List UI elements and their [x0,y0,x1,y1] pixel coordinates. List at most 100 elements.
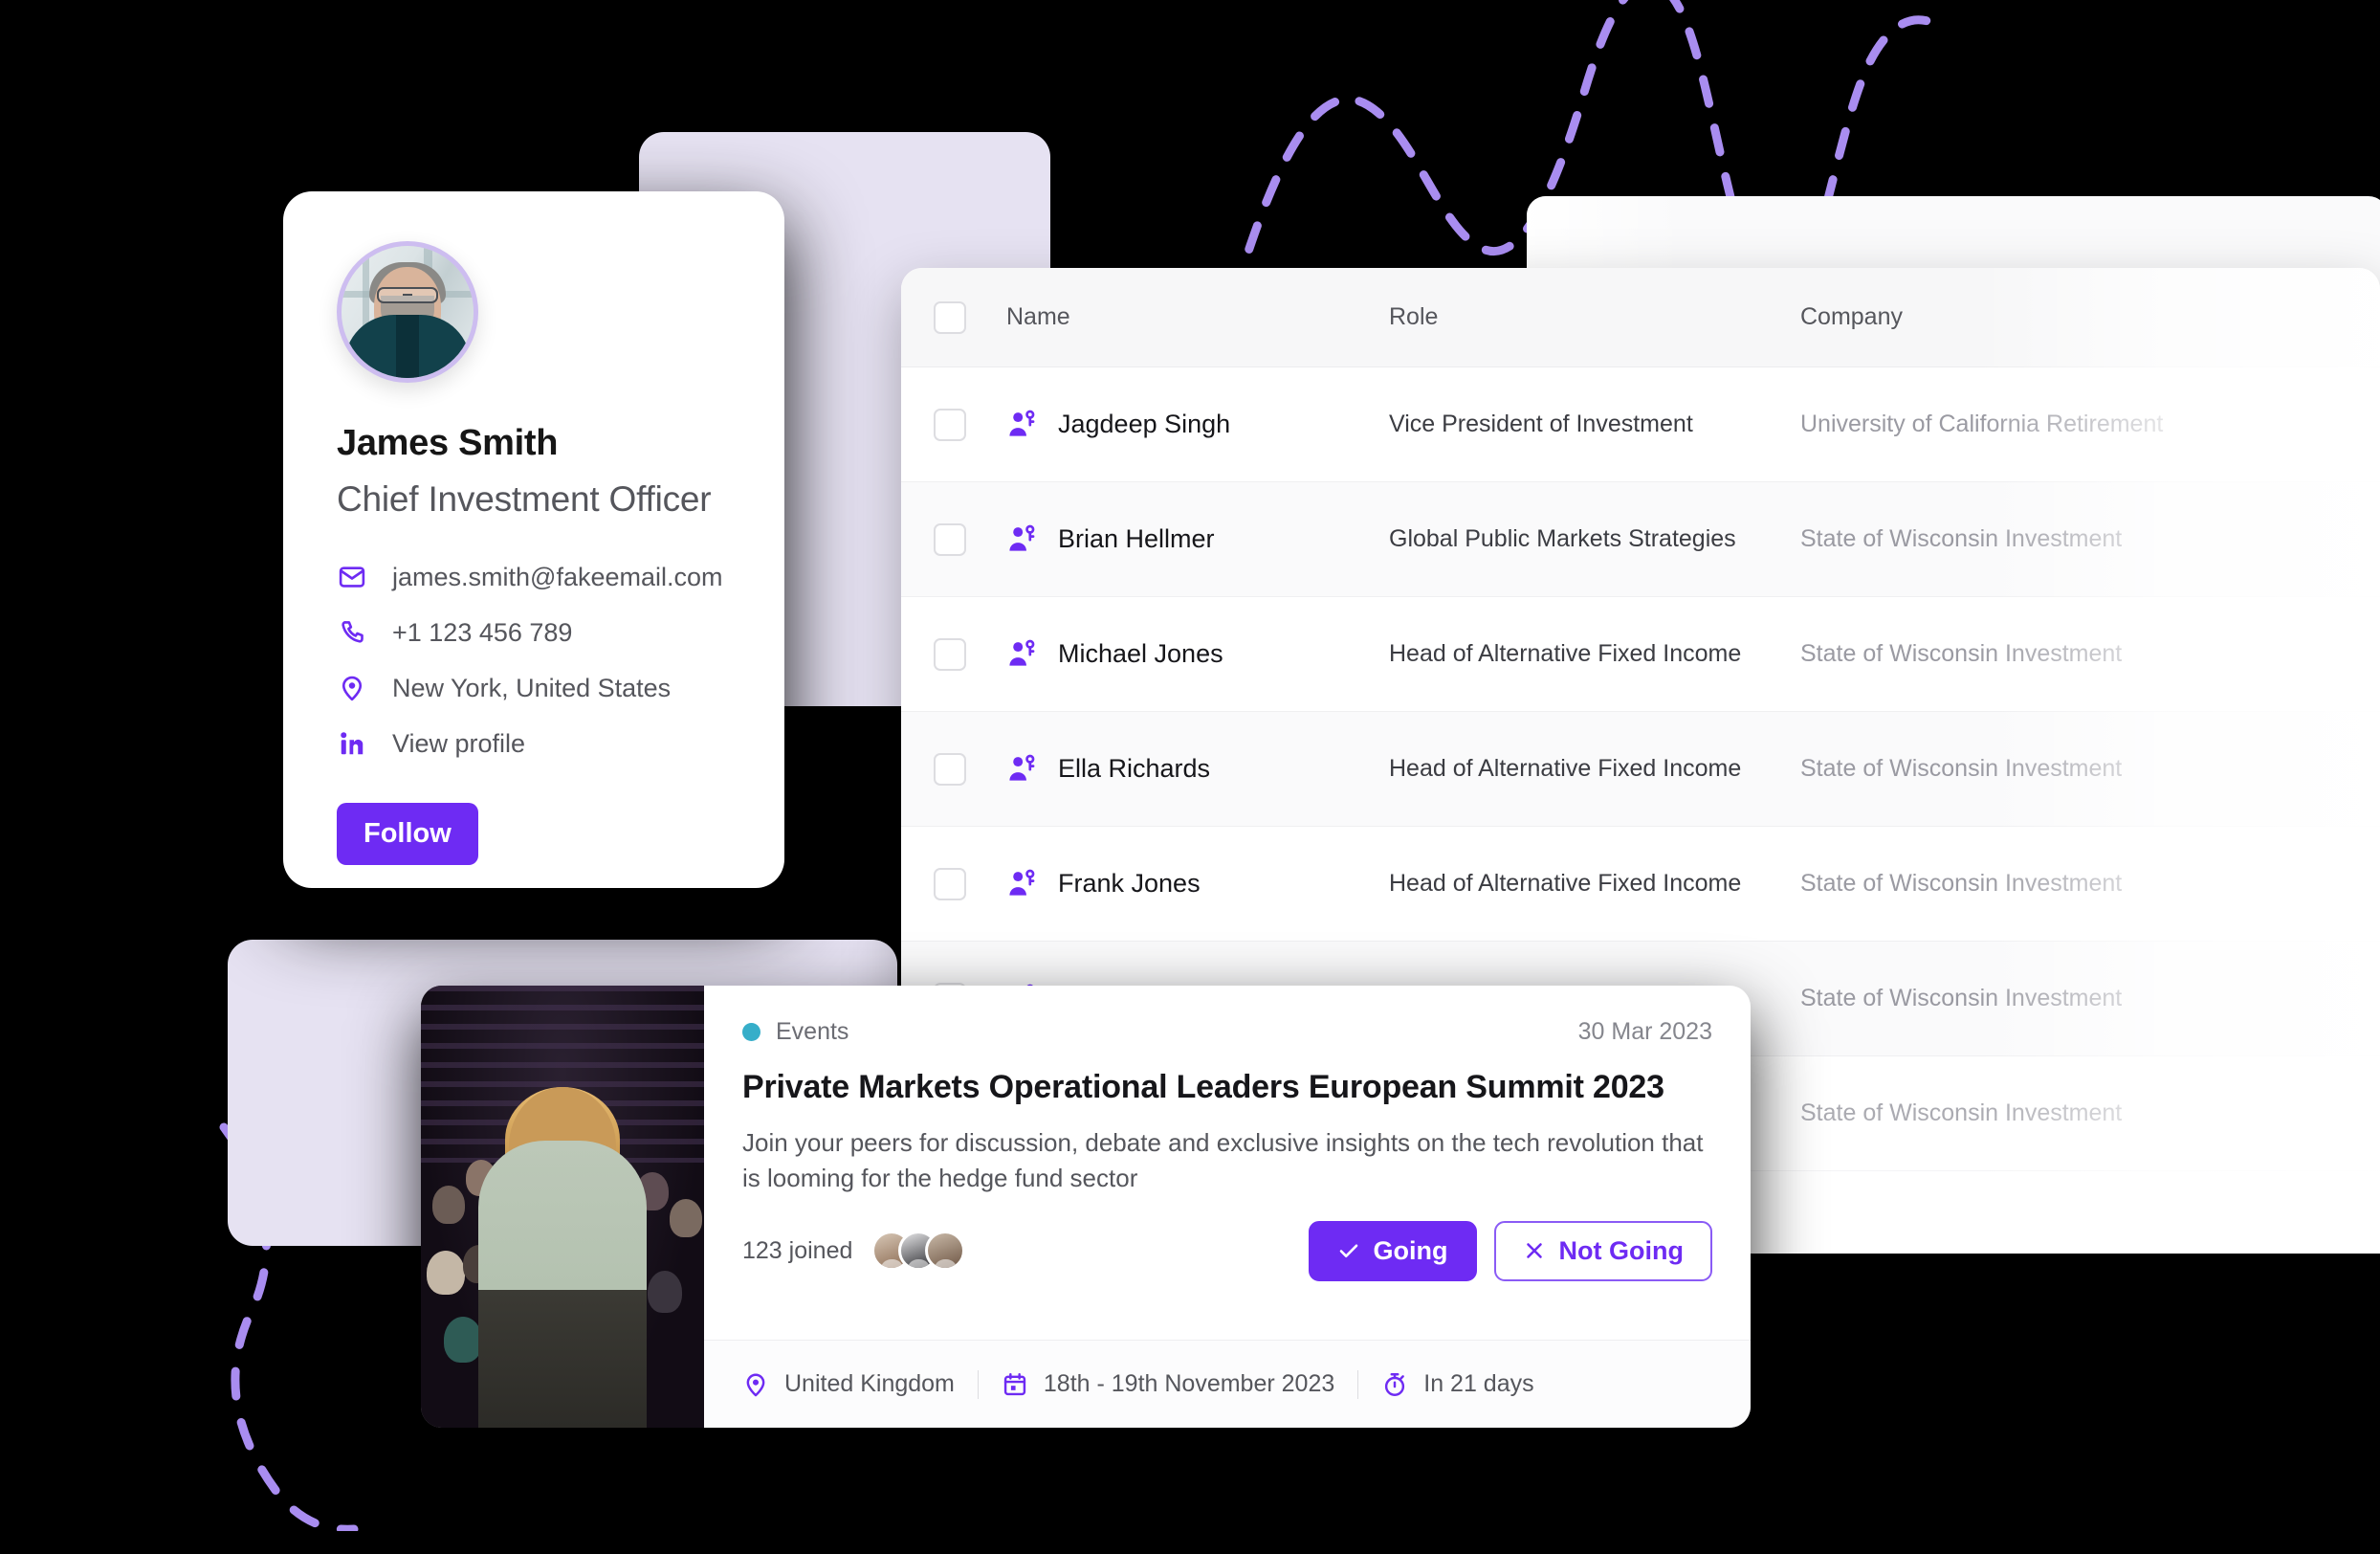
row-select-cell [934,408,1006,441]
location-pin-icon [746,1373,765,1396]
avatar [337,241,478,383]
event-image [421,986,704,1428]
going-button-label: Going [1373,1235,1448,1265]
footer-location: United Kingdom [742,1370,955,1398]
location-pin-icon [337,673,367,703]
row-select-cell [934,867,1006,900]
footer-countdown: In 21 days [1381,1370,1534,1398]
row-name-text: Frank Jones [1058,869,1201,898]
linkedin-icon [337,728,367,759]
row-select-cell [934,752,1006,786]
timer-icon [1385,1372,1405,1396]
event-actions: 123 joined Going Not Going [742,1220,1712,1281]
table-row[interactable]: Ella Richards Head of Alternative Fixed … [901,712,2380,827]
footer-divider [1357,1369,1359,1399]
joined-avatar-stack[interactable] [871,1231,966,1272]
row-role-text: Global Public Markets Strategies [1389,525,1736,552]
column-header-name[interactable]: Name [1006,303,1389,331]
row-name-text: Jagdeep Singh [1058,410,1231,438]
calendar-icon [1003,1372,1026,1395]
table-row[interactable]: Michael Jones Head of Alternative Fixed … [901,597,2380,712]
contact-email-text: james.smith@fakeemail.com [392,562,723,591]
not-going-button-label: Not Going [1558,1235,1684,1265]
not-going-button[interactable]: Not Going [1493,1220,1712,1281]
row-company-text: University of California Retirement [1800,411,2164,437]
row-checkbox[interactable] [934,408,966,441]
row-role-text: Head of Alternative Fixed Income [1389,870,1742,897]
table-header-row: Name Role Company [901,268,2380,367]
row-company-text: State of Wisconsin Investment [1800,640,2123,667]
event-category-badge: Events [742,1018,848,1046]
close-icon [1526,1243,1542,1259]
contact-row-email[interactable]: james.smith@fakeemail.com [337,562,731,592]
event-footer: United Kingdom 18th - 19th November 2023 [704,1340,1751,1428]
table-row[interactable]: Brian Hellmer Global Public Markets Stra… [901,482,2380,597]
table-row[interactable]: Frank Jones Head of Alternative Fixed In… [901,827,2380,942]
event-top-row: Events 30 Mar 2023 [742,1018,1712,1046]
footer-location-text: United Kingdom [784,1370,955,1397]
row-checkbox[interactable] [934,522,966,556]
contact-list: james.smith@fakeemail.com +1 123 456 789 [337,562,731,759]
row-company-text: State of Wisconsin Investment [1800,755,2123,782]
footer-divider [977,1369,979,1399]
avatar-photo [342,246,474,378]
row-name-text: Ella Richards [1058,754,1211,783]
follow-button[interactable]: Follow [337,803,478,865]
column-header-role[interactable]: Role [1389,303,1800,331]
row-checkbox[interactable] [934,637,966,671]
contact-phone-text: +1 123 456 789 [392,617,573,647]
mail-icon [337,562,367,592]
screenshot-stage: James Smith Chief Investment Officer jam… [0,0,2380,1554]
rsvp-button-group: Going Not Going [1308,1220,1712,1281]
cell-name: Jagdeep Singh [1006,409,1389,441]
profile-card: James Smith Chief Investment Officer jam… [283,191,784,888]
row-name-text: Michael Jones [1058,639,1223,668]
contact-linkedin-text: View profile [392,728,526,758]
event-title[interactable]: Private Markets Operational Leaders Euro… [742,1069,1712,1106]
cell-name: Frank Jones [1006,868,1389,900]
going-button[interactable]: Going [1308,1220,1477,1281]
contact-row-location[interactable]: New York, United States [337,673,731,703]
phone-icon [337,617,367,648]
row-select-cell [934,522,1006,556]
row-role-text: Head of Alternative Fixed Income [1389,755,1742,782]
row-role-text: Vice President of Investment [1389,411,1693,437]
joined-group: 123 joined [742,1231,966,1272]
person-key-icon [1009,754,1035,781]
cell-name: Ella Richards [1006,753,1389,786]
column-header-company[interactable]: Company [1800,303,2380,331]
event-card: Events 30 Mar 2023 Private Markets Opera… [421,986,1751,1428]
footer-countdown-text: In 21 days [1423,1370,1534,1397]
row-checkbox[interactable] [934,752,966,786]
category-dot-icon [742,1023,760,1041]
event-audience [421,1087,704,1428]
select-all-cell [934,300,1006,334]
person-key-icon [1009,524,1035,551]
row-role-text: Head of Alternative Fixed Income [1389,640,1742,667]
profile-role: Chief Investment Officer [337,479,712,519]
person-key-icon [1009,869,1035,896]
event-description: Join your peers for discussion, debate a… [742,1128,1704,1192]
table-row[interactable]: Jagdeep Singh Vice President of Investme… [901,367,2380,482]
footer-dates: 18th - 19th November 2023 [1002,1370,1334,1398]
profile-name: James Smith [337,423,559,463]
event-main: Events 30 Mar 2023 Private Markets Opera… [704,986,1751,1340]
contact-row-linkedin[interactable]: View profile [337,728,731,759]
row-checkbox[interactable] [934,867,966,900]
row-company-text: State of Wisconsin Investment [1800,1099,2123,1126]
joined-count-label: 123 joined [742,1236,853,1264]
event-category-label: Events [776,1018,849,1045]
contact-location-text: New York, United States [392,673,672,702]
joined-avatar [925,1231,966,1272]
check-icon [1339,1244,1357,1258]
row-company-text: State of Wisconsin Investment [1800,870,2123,897]
cell-name: Michael Jones [1006,638,1389,671]
row-name-text: Brian Hellmer [1058,524,1215,553]
person-key-icon [1009,410,1035,436]
event-body: Events 30 Mar 2023 Private Markets Opera… [704,986,1751,1428]
contact-row-phone[interactable]: +1 123 456 789 [337,617,731,648]
person-key-icon [1009,639,1035,666]
cell-name: Brian Hellmer [1006,523,1389,556]
select-all-checkbox[interactable] [934,300,966,334]
row-company-text: State of Wisconsin Investment [1800,525,2123,552]
